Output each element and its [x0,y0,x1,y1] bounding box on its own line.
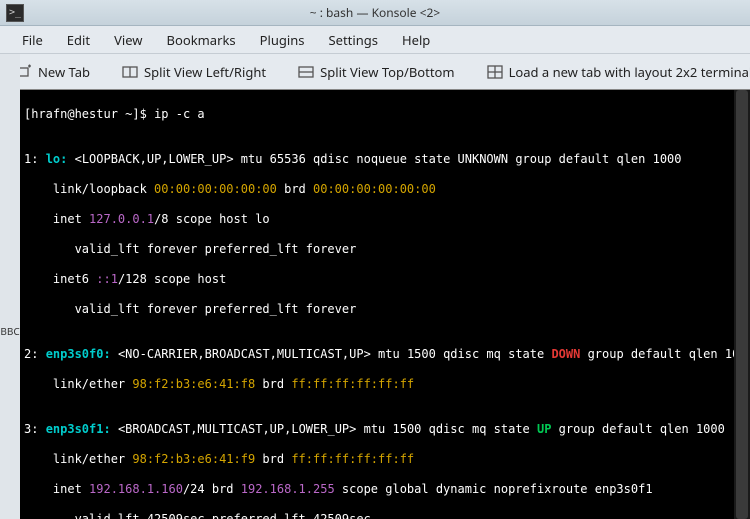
toolbar: New Tab Split View Left/Right Split View… [0,54,750,90]
command-text: ip -c a [154,107,205,121]
new-tab-button[interactable]: New Tab [8,59,98,85]
link-line: link/ether 98:f2:b3:e6:41:f9 brd ff:ff:f… [24,452,746,467]
load-layout-label: Load a new tab with layout 2x2 terminals [509,63,750,81]
menu-view[interactable]: View [102,27,154,53]
split-tb-label: Split View Top/Bottom [320,63,454,81]
inet6-line: inet6 ::1/128 scope host [24,272,746,287]
split-lr-label: Split View Left/Right [144,63,266,81]
valid-line: valid_lft forever preferred_lft forever [24,302,746,317]
grid-2x2-icon [487,64,503,80]
iface-header: 1: lo: <LOOPBACK,UP,LOWER_UP> mtu 65536 … [24,152,746,167]
menu-bookmarks[interactable]: Bookmarks [155,27,248,53]
menu-edit[interactable]: Edit [55,27,102,53]
split-tb-icon [298,64,314,80]
terminal-view[interactable]: [hrafn@hestur ~]$ ip -c a 1: lo: <LOOPBA… [20,90,750,519]
iface-header: 2: enp3s0f0: <NO-CARRIER,BROADCAST,MULTI… [24,347,746,362]
window-titlebar: >_ ~ : bash — Konsole <2> [0,0,750,26]
scroll-thumb[interactable] [736,90,748,519]
new-tab-label: New Tab [38,63,90,81]
app-icon: >_ [6,4,24,22]
inet-line: inet 127.0.0.1/8 scope host lo [24,212,746,227]
valid-line: valid_lft forever preferred_lft forever [24,242,746,257]
terminal-scrollbar[interactable] [734,90,750,519]
menubar: File Edit View Bookmarks Plugins Setting… [0,26,750,54]
inet-line: inet 192.168.1.160/24 brd 192.168.1.255 … [24,482,746,497]
menu-plugins[interactable]: Plugins [248,27,317,53]
load-layout-button[interactable]: Load a new tab with layout 2x2 terminals [479,59,750,85]
menu-settings[interactable]: Settings [317,27,390,53]
iface-header: 3: enp3s0f1: <BROADCAST,MULTICAST,UP,LOW… [24,422,746,437]
link-line: link/ether 98:f2:b3:e6:41:f8 brd ff:ff:f… [24,377,746,392]
window-title: ~ : bash — Konsole <2> [0,4,750,21]
menu-file[interactable]: File [10,27,55,53]
background-window-fragment: BBC [0,54,20,519]
split-lr-button[interactable]: Split View Left/Right [114,59,274,85]
split-tb-button[interactable]: Split View Top/Bottom [290,59,462,85]
split-lr-icon [122,64,138,80]
menu-help[interactable]: Help [390,27,442,53]
valid-line: valid_lft 42509sec preferred_lft 42509se… [24,512,746,519]
link-line: link/loopback 00:00:00:00:00:00 brd 00:0… [24,182,746,197]
prompt: [hrafn@hestur ~]$ [24,107,147,121]
